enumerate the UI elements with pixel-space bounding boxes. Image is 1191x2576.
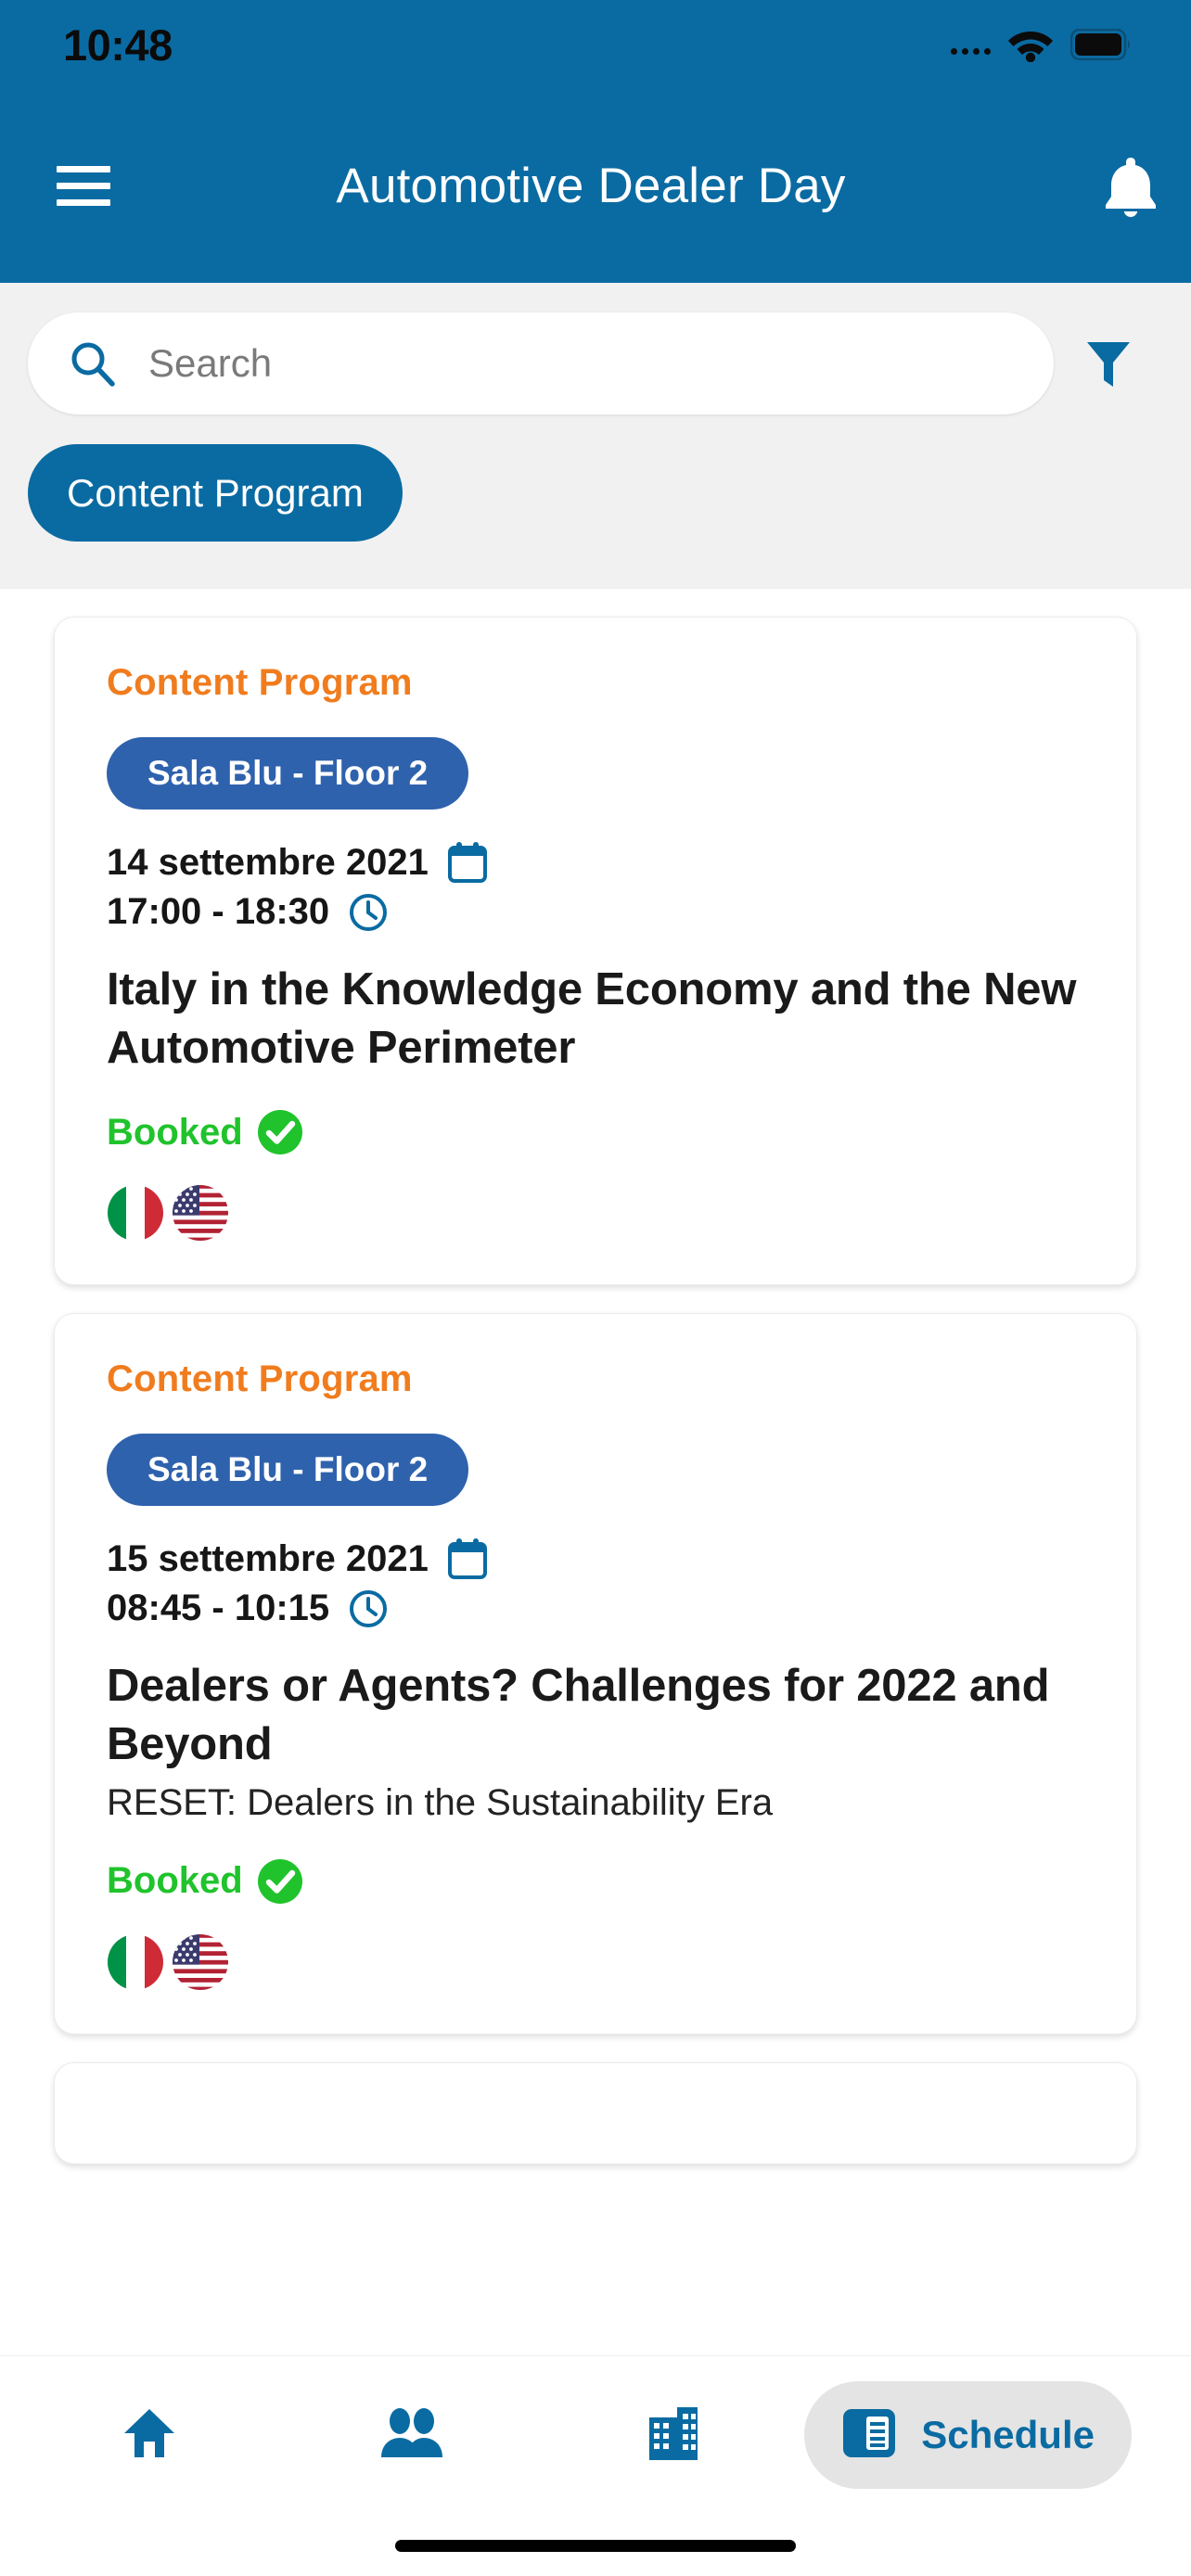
search-icon bbox=[69, 339, 117, 388]
funnel-filter-icon[interactable] bbox=[1054, 337, 1163, 390]
signal-dots-icon bbox=[951, 34, 991, 55]
bottom-nav-items: Schedule bbox=[0, 2356, 1191, 2514]
app-screen: 10:48 Automotive Dealer Day Search Conte… bbox=[0, 0, 1191, 2576]
session-card[interactable]: Content Program Sala Blu - Floor 2 14 se… bbox=[54, 617, 1137, 1286]
calendar-icon bbox=[447, 841, 488, 884]
session-category: Content Program bbox=[107, 1358, 413, 1400]
session-date: 15 settembre 2021 bbox=[107, 1537, 429, 1579]
session-time-row: 17:00 - 18:30 bbox=[107, 891, 1084, 933]
italy-flag-icon bbox=[107, 1933, 164, 1991]
people-icon bbox=[379, 2407, 444, 2464]
status-bar: 10:48 bbox=[0, 0, 1191, 89]
session-card[interactable]: Content Program Sala Blu - Floor 2 15 se… bbox=[54, 1313, 1137, 2034]
session-category: Content Program bbox=[107, 662, 413, 703]
status-bar-clock: 10:48 bbox=[63, 19, 173, 70]
session-time: 08:45 - 10:15 bbox=[107, 1588, 330, 1629]
bottom-navigation: Schedule bbox=[0, 2355, 1191, 2576]
home-icon bbox=[122, 2406, 177, 2465]
session-title: Dealers or Agents? Challenges for 2022 a… bbox=[107, 1661, 1050, 1770]
session-status: Booked bbox=[107, 1108, 1084, 1156]
nav-item-schedule-label: Schedule bbox=[921, 2413, 1095, 2456]
session-subtitle: RESET: Dealers in the Sustainability Era bbox=[107, 1781, 774, 1823]
search-filter-area: Content Program bbox=[0, 283, 1191, 589]
filter-chip-row: Content Program bbox=[28, 444, 403, 542]
session-languages bbox=[107, 1184, 1084, 1242]
session-room-badge: Sala Blu - Floor 2 bbox=[107, 1434, 469, 1507]
check-circle-icon bbox=[256, 1108, 304, 1156]
home-indicator bbox=[395, 2540, 796, 2552]
session-list[interactable]: Content Program Sala Blu - Floor 2 14 se… bbox=[0, 589, 1191, 2355]
status-bar-indicators bbox=[951, 27, 1132, 62]
clock-icon bbox=[348, 892, 389, 933]
search-input[interactable] bbox=[148, 341, 1013, 386]
page-title: Automotive Dealer Day bbox=[336, 159, 846, 213]
session-room-badge: Sala Blu - Floor 2 bbox=[107, 737, 469, 810]
session-status: Booked bbox=[107, 1857, 1084, 1906]
session-card[interactable] bbox=[54, 2061, 1137, 2164]
status-badge: Booked bbox=[107, 1860, 243, 1902]
clock-icon bbox=[348, 1588, 389, 1629]
filter-chip-content-program[interactable]: Content Program bbox=[28, 444, 403, 542]
battery-icon bbox=[1070, 29, 1132, 60]
check-circle-icon bbox=[256, 1857, 304, 1906]
app-header: Automotive Dealer Day bbox=[0, 89, 1191, 283]
calendar-icon bbox=[447, 1537, 488, 1580]
filter-chip-label: Content Program bbox=[67, 470, 364, 515]
search-row bbox=[28, 312, 1163, 414]
session-date-row: 15 settembre 2021 bbox=[107, 1537, 1084, 1580]
session-time-row: 08:45 - 10:15 bbox=[107, 1588, 1084, 1629]
italy-flag-icon bbox=[107, 1184, 164, 1242]
usa-flag-icon bbox=[172, 1184, 229, 1242]
session-languages bbox=[107, 1933, 1084, 1991]
nav-item-people[interactable] bbox=[280, 2407, 542, 2464]
search-bar[interactable] bbox=[28, 312, 1054, 414]
nav-item-exhibitors[interactable] bbox=[543, 2404, 804, 2467]
wifi-icon bbox=[1007, 27, 1054, 62]
session-date: 14 settembre 2021 bbox=[107, 841, 429, 883]
session-title: Italy in the Knowledge Economy and the N… bbox=[107, 964, 1077, 1073]
session-date-row: 14 settembre 2021 bbox=[107, 841, 1084, 884]
session-time: 17:00 - 18:30 bbox=[107, 891, 330, 932]
usa-flag-icon bbox=[172, 1933, 229, 1991]
nav-item-home[interactable] bbox=[19, 2406, 280, 2465]
nav-item-schedule[interactable]: Schedule bbox=[804, 2381, 1132, 2489]
schedule-icon bbox=[841, 2405, 897, 2466]
bell-icon[interactable] bbox=[1070, 154, 1191, 219]
building-icon bbox=[645, 2404, 702, 2467]
status-badge: Booked bbox=[107, 1111, 243, 1153]
